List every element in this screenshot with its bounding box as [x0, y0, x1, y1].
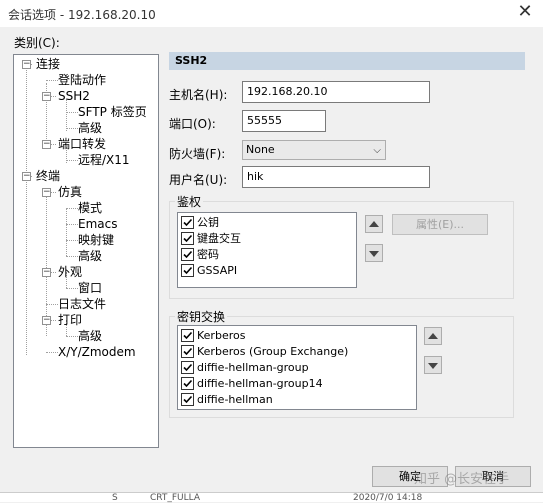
tree-item-printing[interactable]: 打印 [58, 312, 82, 328]
auth-list[interactable]: 公钥 键盘交互 密码 GSSAPI [177, 212, 357, 288]
kex-item-label: diffie-hellman-group [197, 361, 309, 374]
hostname-label: 主机名(H): [169, 88, 228, 102]
chevron-down-icon: ⌵ [373, 145, 381, 156]
tree-item-login-actions[interactable]: 登陆动作 [58, 72, 106, 88]
auth-legend: 鉴权 [175, 193, 204, 210]
checkbox-checked-icon[interactable] [181, 215, 194, 229]
checkbox-checked-icon[interactable] [181, 231, 194, 245]
kex-move-down-button[interactable] [424, 356, 442, 374]
hostname-input[interactable]: 192.168.20.10 [242, 81, 430, 103]
tree-item-mapped-keys[interactable]: 映射键 [78, 232, 114, 248]
tree-item-window[interactable]: 窗口 [78, 280, 102, 296]
tree-item-advanced-emulation[interactable]: 高级 [78, 248, 102, 264]
collapse-icon[interactable]: − [42, 92, 51, 101]
collapse-icon[interactable]: − [42, 268, 51, 277]
collapse-icon[interactable]: − [42, 316, 51, 325]
auth-item-label: 键盘交互 [197, 232, 241, 245]
auth-item-label: 公钥 [197, 216, 219, 229]
checkbox-checked-icon[interactable] [181, 328, 194, 342]
arrow-down-icon [369, 251, 379, 257]
tree-item-emulation[interactable]: 仿真 [58, 184, 82, 200]
tree-item-modes[interactable]: 模式 [78, 200, 102, 216]
collapse-icon[interactable]: − [42, 140, 51, 149]
tree-item-connection[interactable]: 连接 [36, 56, 60, 72]
collapse-icon[interactable]: − [42, 188, 51, 197]
auth-item-label: 密码 [197, 248, 219, 261]
checkbox-checked-icon[interactable] [181, 344, 194, 358]
arrow-up-icon [428, 333, 438, 339]
tree-item-ssh2[interactable]: SSH2 [58, 88, 90, 104]
port-label: 端口(O): [169, 117, 216, 131]
checkbox-checked-icon[interactable] [181, 360, 194, 374]
checkbox-checked-icon[interactable] [181, 247, 194, 261]
tree-item-terminal[interactable]: 终端 [36, 168, 60, 184]
watermark-text: 知乎 @长安在手 [414, 472, 510, 487]
arrow-down-icon [428, 363, 438, 369]
checkbox-checked-icon[interactable] [181, 376, 194, 390]
tree-item-log-file[interactable]: 日志文件 [58, 296, 106, 312]
list-item[interactable]: 密码 [181, 247, 219, 263]
list-item[interactable]: Kerberos [181, 328, 245, 344]
kex-list[interactable]: Kerberos Kerberos (Group Exchange) diffi… [177, 325, 417, 410]
tree-item-advanced-printing[interactable]: 高级 [78, 328, 102, 344]
firewall-label: 防火墙(F): [169, 147, 226, 161]
tree-item-port-forwarding[interactable]: 端口转发 [58, 136, 106, 152]
checkbox-checked-icon[interactable] [181, 263, 194, 277]
arrow-up-icon [369, 221, 379, 227]
background-window-strip: S CRT_FULLA 2020/7/0 14:18 [0, 492, 543, 503]
category-label: 类别(C): [14, 36, 60, 50]
session-options-dialog: 会话选项 - 192.168.20.10 ✕ 类别(C): − − − − − … [0, 0, 543, 503]
title-bar: 会话选项 - 192.168.20.10 ✕ [0, 0, 543, 27]
firewall-value: None [246, 143, 275, 156]
tree-item-xyzmodem[interactable]: X/Y/Zmodem [58, 344, 136, 360]
username-label: 用户名(U): [169, 173, 228, 187]
auth-item-label: GSSAPI [197, 264, 238, 277]
firewall-select[interactable]: None ⌵ [242, 140, 386, 160]
tree-item-appearance[interactable]: 外观 [58, 264, 82, 280]
category-tree[interactable]: − − − − − − − 连接 登陆动作 SSH2 SFTP 标签页 高级 端… [13, 54, 159, 448]
list-item[interactable]: 公钥 [181, 215, 219, 231]
collapse-icon[interactable]: − [22, 60, 31, 69]
section-header: SSH2 [169, 52, 525, 70]
username-input[interactable]: hik [242, 166, 430, 188]
kex-legend: 密钥交换 [175, 308, 228, 325]
list-item[interactable]: GSSAPI [181, 263, 237, 279]
list-item[interactable]: Kerberos (Group Exchange) [181, 344, 348, 360]
kex-item-label: Kerberos (Group Exchange) [197, 345, 349, 358]
port-input[interactable]: 55555 [242, 110, 326, 132]
kex-item-label: diffie-hellman-group14 [197, 377, 323, 390]
tree-item-sftp-tab[interactable]: SFTP 标签页 [78, 104, 147, 120]
kex-move-up-button[interactable] [424, 327, 442, 345]
list-item[interactable]: diffie-hellman-group [181, 360, 309, 376]
checkbox-checked-icon[interactable] [181, 392, 194, 406]
tree-item-emacs[interactable]: Emacs [78, 216, 117, 232]
list-item[interactable]: diffie-hellman [181, 392, 273, 408]
kex-item-label: diffie-hellman [197, 393, 273, 406]
close-icon[interactable]: ✕ [515, 2, 535, 22]
collapse-icon[interactable]: − [22, 172, 31, 181]
auth-move-down-button[interactable] [365, 244, 383, 262]
auth-move-up-button[interactable] [365, 215, 383, 233]
window-title: 会话选项 - 192.168.20.10 [8, 8, 156, 22]
kex-item-label: Kerberos [197, 329, 246, 342]
list-item[interactable]: 键盘交互 [181, 231, 241, 247]
list-item[interactable]: diffie-hellman-group14 [181, 376, 323, 392]
properties-button[interactable]: 属性(E)... [392, 214, 488, 235]
tree-item-advanced-ssh2[interactable]: 高级 [78, 120, 102, 136]
tree-item-remote-x11[interactable]: 远程/X11 [78, 152, 130, 168]
